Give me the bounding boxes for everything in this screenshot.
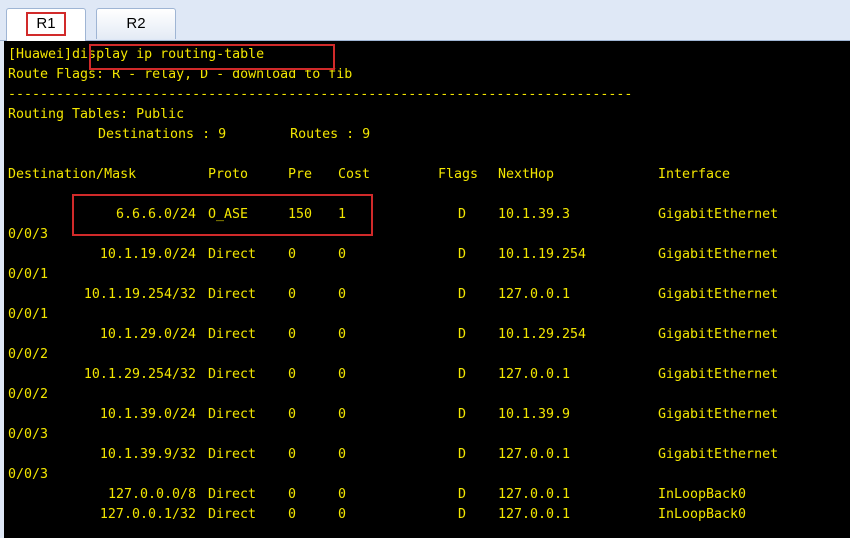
route-proto: Direct: [208, 247, 257, 262]
destinations-line: Destinations : 9 Routes : 9: [98, 127, 371, 142]
route-iface: GigabitEthernet: [658, 207, 779, 222]
route-iface-continuation: 0/0/1: [8, 267, 49, 282]
route-dest: 10.1.19.254/32: [83, 287, 196, 302]
route-dest: 10.1.19.0/24: [99, 247, 196, 262]
tab-r2-label: R2: [126, 15, 146, 32]
route-flags: D: [458, 327, 467, 342]
route-proto: Direct: [208, 487, 257, 502]
route-iface-continuation: 0/0/3: [8, 427, 49, 442]
route-dest: 127.0.0.1/32: [99, 507, 196, 522]
route-dest: 10.1.29.254/32: [83, 367, 196, 382]
terminal-left-border: [0, 41, 4, 538]
route-cost: 0: [338, 447, 347, 462]
terminal-window[interactable]: [Huawei]display ip routing-table Route F…: [0, 41, 850, 538]
route-nexthop: 10.1.29.254: [498, 327, 587, 342]
route-proto: Direct: [208, 507, 257, 522]
column-header: Cost: [338, 167, 371, 182]
separator-line: ----------------------------------------…: [8, 87, 633, 102]
route-cost: 0: [338, 327, 347, 342]
route-pre: 0: [288, 367, 297, 382]
route-cost: 0: [338, 367, 347, 382]
route-flags: D: [458, 407, 467, 422]
command-text: display ip routing-table: [72, 47, 265, 62]
route-dest: 6.6.6.0/24: [115, 207, 196, 222]
column-header: Proto: [208, 167, 249, 182]
route-iface: InLoopBack0: [658, 507, 747, 522]
route-dest: 10.1.39.9/32: [99, 447, 196, 462]
route-pre: 0: [288, 447, 297, 462]
route-cost: 0: [338, 507, 347, 522]
route-nexthop: 127.0.0.1: [498, 287, 571, 302]
route-proto: O_ASE: [208, 207, 249, 222]
route-pre: 0: [288, 287, 297, 302]
route-nexthop: 127.0.0.1: [498, 487, 571, 502]
column-header: Destination/Mask: [8, 167, 137, 182]
route-nexthop: 10.1.39.9: [498, 407, 571, 422]
route-cost: 0: [338, 247, 347, 262]
route-pre: 0: [288, 327, 297, 342]
route-flags: D: [458, 507, 467, 522]
route-proto: Direct: [208, 367, 257, 382]
prompt: [Huawei]: [8, 47, 73, 62]
route-dest: 10.1.29.0/24: [99, 327, 196, 342]
route-iface-continuation: 0/0/2: [8, 387, 49, 402]
tab-r1-label: R1: [26, 12, 66, 36]
route-iface-continuation: 0/0/3: [8, 467, 49, 482]
route-cost: 0: [338, 487, 347, 502]
tab-bar: R1 R2: [0, 0, 850, 41]
tab-r1[interactable]: R1: [6, 8, 86, 41]
route-iface: GigabitEthernet: [658, 247, 779, 262]
route-pre: 0: [288, 407, 297, 422]
route-nexthop: 127.0.0.1: [498, 507, 571, 522]
route-dest: 127.0.0.0/8: [107, 487, 196, 502]
route-dest: 10.1.39.0/24: [99, 407, 196, 422]
flags-line: Route Flags: R - relay, D - download to …: [8, 67, 353, 82]
route-cost: 0: [338, 287, 347, 302]
route-flags: D: [458, 447, 467, 462]
route-nexthop: 10.1.39.3: [498, 207, 571, 222]
route-flags: D: [458, 247, 467, 262]
route-iface-continuation: 0/0/2: [8, 347, 49, 362]
route-flags: D: [458, 367, 467, 382]
route-proto: Direct: [208, 287, 257, 302]
route-proto: Direct: [208, 447, 257, 462]
route-proto: Direct: [208, 407, 257, 422]
route-proto: Direct: [208, 327, 257, 342]
route-iface: GigabitEthernet: [658, 447, 779, 462]
route-pre: 0: [288, 487, 297, 502]
command-line: [Huawei]display ip routing-table: [8, 47, 264, 63]
route-pre: 0: [288, 247, 297, 262]
route-iface-continuation: 0/0/1: [8, 307, 49, 322]
route-iface: GigabitEthernet: [658, 287, 779, 302]
route-iface: GigabitEthernet: [658, 367, 779, 382]
route-iface: GigabitEthernet: [658, 407, 779, 422]
column-header: Pre: [288, 167, 313, 182]
route-cost: 0: [338, 407, 347, 422]
route-flags: D: [458, 207, 467, 222]
route-nexthop: 10.1.19.254: [498, 247, 587, 262]
tab-r2[interactable]: R2: [96, 8, 176, 39]
routing-tables-line: Routing Tables: Public: [8, 107, 185, 122]
route-iface-continuation: 0/0/3: [8, 227, 49, 242]
route-nexthop: 127.0.0.1: [498, 367, 571, 382]
route-pre: 0: [288, 507, 297, 522]
route-flags: D: [458, 487, 467, 502]
column-header: Flags: [438, 167, 479, 182]
column-header: Interface: [658, 167, 731, 182]
route-flags: D: [458, 287, 467, 302]
route-cost: 1: [338, 207, 347, 222]
column-header: NextHop: [498, 167, 555, 182]
route-pre: 150: [288, 207, 313, 222]
route-iface: InLoopBack0: [658, 487, 747, 502]
route-nexthop: 127.0.0.1: [498, 447, 571, 462]
route-iface: GigabitEthernet: [658, 327, 779, 342]
